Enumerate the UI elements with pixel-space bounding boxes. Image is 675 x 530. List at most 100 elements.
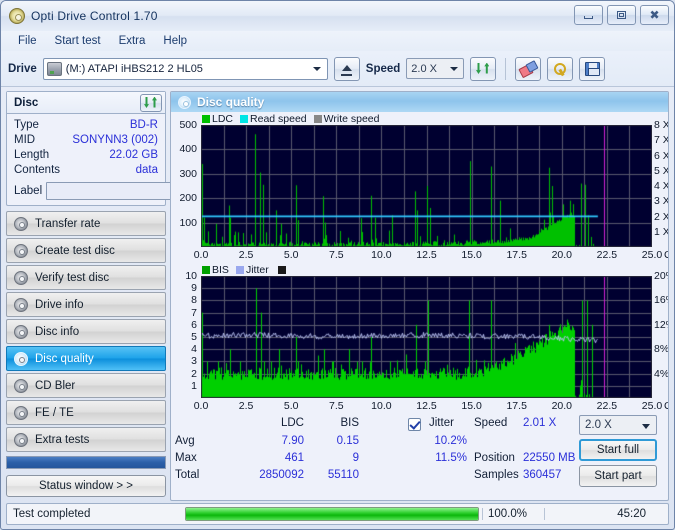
sidebar-item-drive-info[interactable]: Drive info [6, 292, 166, 317]
menu-item-help[interactable]: Help [154, 33, 196, 49]
x-axis-tick: 15.0 [461, 249, 482, 261]
chevron-down-icon [446, 59, 461, 79]
disc-row-key: Length [14, 149, 50, 161]
disc-row-mid: MID SONYNN3 (002) [14, 133, 158, 148]
sidebar-item-extra-tests[interactable]: Extra tests [6, 427, 166, 452]
ldc-plot[interactable]: 100 200 300 400 500 1 X 2 X 3 X 4 X 5 X 6 X 7 X 8 X 0… [171, 119, 669, 263]
close-button[interactable]: ✖ [640, 5, 669, 25]
stats-ldc-max: 461 [284, 452, 304, 464]
legend-swatch-extra [277, 265, 286, 274]
menu-item-extra[interactable]: Extra [110, 33, 155, 49]
title-bar: Opti Drive Control 1.70 ✖ [1, 1, 674, 31]
disc-row-key: MID [14, 134, 36, 146]
sidebar-item-verify-test-disc[interactable]: Verify test disc [6, 265, 166, 290]
y-axis-tick: 1 [191, 379, 197, 392]
refresh-button[interactable] [470, 56, 497, 81]
elapsed-time: 45:20 [544, 508, 654, 520]
stats-row-avg: Avg [175, 435, 195, 447]
sidebar-item-fe-te[interactable]: FE / TE [6, 400, 166, 425]
minimize-button[interactable] [574, 5, 603, 25]
menu-item-start-test[interactable]: Start test [46, 33, 110, 49]
x-axis-tick: 17.5 [506, 400, 527, 412]
bis-plot[interactable]: 12345678910 4% 8% 12% 16% 20% 0.0 2.5 5.0 7.5 10.0… [171, 270, 669, 414]
sidebar-item-disc-quality[interactable]: Disc quality [6, 346, 166, 371]
chevron-down-icon [310, 59, 325, 79]
x-axis-tick: 2.5 [238, 400, 254, 412]
window-title: Opti Drive Control 1.70 [31, 9, 158, 23]
disc-panel-header: Disc [7, 92, 165, 114]
stats-col-jitter: Jitter [429, 417, 454, 429]
sidebar-item-label: Create test disc [35, 244, 115, 257]
x-axis-tick: 10.0 [371, 400, 392, 412]
start-full-button[interactable]: Start full [579, 439, 657, 461]
disc-icon [14, 216, 28, 231]
stats-panel: LDC BIS Jitter Avg 7.90 0.15 10.2% Max 4… [171, 414, 668, 492]
drive-select[interactable]: (M:) ATAPI iHBS212 2 HL05 [42, 57, 328, 80]
x-axis-tick: 5.0 [283, 249, 299, 261]
y2-axis-tick: 7 X [654, 134, 669, 147]
content-panel: Disc quality LDC Read speed Write speed … [170, 91, 669, 501]
jitter-checkbox[interactable] [408, 418, 421, 431]
disc-icon [14, 324, 28, 339]
y-axis-tick: 7 [191, 306, 197, 319]
main-body: Disc Type BD-R MID SONYNN3 (002) Length … [1, 87, 674, 501]
legend-label: LDC [212, 112, 234, 125]
sidebar-item-label: CD Bler [35, 379, 76, 392]
y2-axis-tick: 4% [654, 367, 669, 380]
disc-row-contents: Contents data [14, 163, 158, 178]
disc-refresh-button[interactable] [140, 93, 162, 112]
y-axis-tick: 5 [191, 331, 197, 343]
maximize-button[interactable] [607, 5, 636, 25]
disc-row-value: data [135, 164, 158, 176]
app-window: Opti Drive Control 1.70 ✖ File Start tes… [0, 0, 675, 530]
sidebar-item-create-test-disc[interactable]: Create test disc [6, 238, 166, 263]
test-speed-select[interactable]: 2.0 X [579, 415, 657, 435]
stats-jitter-avg: 10.2% [434, 435, 467, 447]
settings-button[interactable] [547, 56, 574, 81]
charts-area: LDC Read speed Write speed 100 200 300 4… [171, 112, 668, 500]
disc-row-value: BD-R [129, 119, 158, 131]
legend-item-jitter: Jitter [235, 264, 269, 276]
speed-select[interactable]: 2.0 X [406, 58, 465, 79]
y2-axis-tick: 3 X [654, 195, 669, 208]
test-speed-value: 2.0 X [585, 419, 612, 431]
disc-row-type: Type BD-R [14, 118, 158, 133]
app-icon [9, 8, 25, 24]
eraser-icon [520, 62, 536, 75]
sidebar-item-transfer-rate[interactable]: Transfer rate [6, 211, 166, 236]
sidebar-item-cd-bler[interactable]: CD Bler [6, 373, 166, 398]
menu-item-file[interactable]: File [9, 33, 46, 49]
y-axis-tick: 2 [191, 367, 197, 380]
y-axis-tick: 6 [191, 318, 197, 331]
sidebar-item-label: Verify test disc [35, 271, 110, 284]
refresh-icon [475, 62, 491, 76]
status-window-button[interactable]: Status window > > [6, 475, 166, 497]
close-icon: ✖ [649, 8, 660, 22]
x-axis-tick: 2.5 [238, 249, 254, 261]
progress-bar [185, 507, 479, 521]
disc-panel: Disc Type BD-R MID SONYNN3 (002) Length … [6, 91, 249, 206]
disc-label-row: Label [14, 181, 249, 200]
legend-item-read-speed: Read speed [240, 113, 307, 125]
y2-axis-tick: 1 X [654, 225, 669, 238]
stats-bis-total: 55110 [327, 469, 359, 481]
disc-row-value: 22.02 GB [109, 149, 158, 161]
start-part-button[interactable]: Start part [579, 465, 657, 487]
y-axis-tick: 200 [179, 192, 197, 205]
y-axis-tick: 3 [191, 355, 197, 368]
x-axis-tick: 12.5 [416, 249, 437, 261]
clear-button[interactable] [515, 56, 542, 81]
legend-swatch-jitter [235, 265, 244, 274]
y2-axis-tick: 20% [654, 270, 668, 282]
y-axis-tick: 100 [179, 216, 197, 229]
y-axis-tick: 500 [179, 119, 197, 131]
save-button[interactable] [579, 56, 606, 81]
disc-row-value: SONYNN3 (002) [72, 134, 158, 146]
maximize-icon [617, 11, 626, 19]
x-axis-tick: 10.0 [371, 249, 392, 261]
eject-button[interactable] [333, 56, 360, 81]
sidebar-item-disc-info[interactable]: Disc info [6, 319, 166, 344]
x-axis-tick: 17.5 [506, 249, 527, 261]
save-icon [584, 61, 600, 76]
legend-label: Write speed [323, 112, 380, 125]
